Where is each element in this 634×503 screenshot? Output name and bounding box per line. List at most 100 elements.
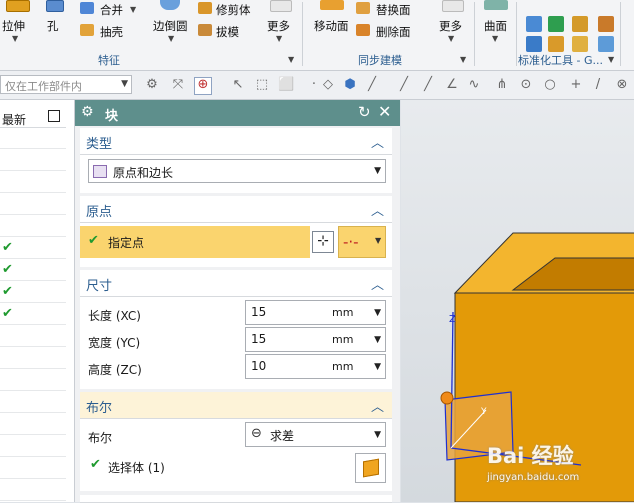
- more-sync-button[interactable]: 更多 ▼: [434, 0, 470, 48]
- dimensions-section-header[interactable]: 尺寸 ︿: [80, 270, 392, 297]
- origin-section-title: 原点: [86, 205, 113, 220]
- line-icon[interactable]: ╱: [364, 77, 380, 93]
- edge-blend-button[interactable]: 边倒圆 ▼: [150, 0, 192, 48]
- group-expand-icon[interactable]: ▼: [460, 55, 466, 64]
- navigator-row[interactable]: ✔: [0, 282, 66, 303]
- boolean-label: 布尔: [88, 431, 113, 445]
- group-expand-icon[interactable]: ▼: [608, 55, 614, 64]
- navigator-row[interactable]: [0, 414, 66, 435]
- navigator-row[interactable]: [0, 436, 66, 457]
- navigator-row[interactable]: [0, 326, 66, 347]
- restore-icon[interactable]: [48, 110, 60, 122]
- standard-tool-icon[interactable]: [526, 36, 542, 52]
- navigator-row[interactable]: [0, 172, 66, 193]
- group-expand-icon[interactable]: ▼: [288, 55, 294, 64]
- snap-filter-icon[interactable]: ⚙: [144, 77, 160, 93]
- ray-icon[interactable]: /: [590, 77, 606, 93]
- line-icon[interactable]: ╱: [420, 77, 436, 93]
- navigator-row[interactable]: [0, 216, 66, 237]
- navigator-row[interactable]: [0, 348, 66, 369]
- navigator-row[interactable]: [0, 370, 66, 391]
- draft-button[interactable]: 拔模: [198, 24, 270, 40]
- extrude-label: 拉伸: [2, 19, 25, 33]
- more-sync-label: 更多: [439, 19, 462, 33]
- boolean-dropdown[interactable]: ⊖ 求差 ▼: [245, 422, 386, 447]
- select-solid-icon[interactable]: ⬢: [342, 77, 358, 93]
- specify-point-row[interactable]: ✔ 指定点: [80, 226, 310, 258]
- subtract-icon: ⊖: [251, 426, 262, 441]
- circle-center-icon[interactable]: ⊙: [518, 77, 534, 93]
- navigator-rows: ✔ ✔ ✔ ✔: [0, 128, 66, 501]
- delete-face-button[interactable]: 删除面: [356, 24, 420, 40]
- graphics-viewport[interactable]: Z Y Bai 经验 jingyan.baidu.com: [401, 100, 634, 502]
- standard-tool-icon[interactable]: [598, 36, 614, 52]
- width-unit: mm: [332, 333, 354, 346]
- select-rectangle-icon[interactable]: ⬜: [278, 77, 294, 93]
- move-face-button[interactable]: 移动面: [310, 0, 354, 48]
- close-icon[interactable]: ✕: [378, 102, 391, 121]
- surface-button[interactable]: 曲面 ▼: [478, 0, 514, 48]
- specify-point-label: 指定点: [108, 236, 145, 250]
- navigator-row[interactable]: [0, 480, 66, 501]
- select-body-button[interactable]: [355, 453, 386, 483]
- delete-face-label: 删除面: [376, 25, 411, 39]
- chevron-down-icon[interactable]: ▼: [374, 308, 381, 318]
- more-icon: [270, 0, 292, 12]
- navigator-row[interactable]: [0, 194, 66, 215]
- height-unit: mm: [332, 360, 354, 373]
- navigator-row[interactable]: [0, 392, 66, 413]
- hole-icon: [46, 0, 64, 12]
- standard-tool-icon[interactable]: [572, 36, 588, 52]
- standard-tool-icon[interactable]: [548, 16, 564, 32]
- more-button[interactable]: 更多 ▼: [262, 0, 298, 48]
- selection-filter-icon[interactable]: ⊕: [194, 77, 212, 95]
- navigator-row[interactable]: ✔: [0, 260, 66, 281]
- selection-scope-dropdown[interactable]: 仅在工作部件内 ▼: [0, 75, 132, 94]
- navigator-row[interactable]: ✔: [0, 238, 66, 259]
- standard-tool-icon[interactable]: [548, 36, 564, 52]
- type-section-header[interactable]: 类型 ︿: [80, 128, 392, 155]
- standard-tool-icon[interactable]: [598, 16, 614, 32]
- gear-icon[interactable]: ⚙: [81, 104, 94, 120]
- shell-button[interactable]: 抽壳: [80, 24, 140, 40]
- cross-icon[interactable]: +: [568, 77, 584, 93]
- extrude-icon: [6, 0, 30, 12]
- chevron-down-icon: ▼: [448, 34, 455, 43]
- height-input[interactable]: 10 mm ▼: [245, 354, 386, 379]
- length-input[interactable]: 15 mm ▼: [245, 300, 386, 325]
- width-input[interactable]: 15 mm ▼: [245, 327, 386, 352]
- trim-body-button[interactable]: 修剪体: [198, 2, 270, 18]
- boolean-section-header[interactable]: 布尔 ︿: [80, 392, 392, 419]
- select-body-icon[interactable]: ◇: [320, 77, 336, 93]
- inferred-point-dropdown[interactable]: -·- ▼: [338, 226, 386, 258]
- origin-section-header[interactable]: 原点 ︿: [80, 196, 392, 223]
- surface-icon: [484, 0, 508, 10]
- quadrant-icon[interactable]: ○: [542, 77, 558, 93]
- navigator-row[interactable]: [0, 150, 66, 171]
- angle-icon[interactable]: ∠: [444, 77, 460, 93]
- check-icon: ✔: [88, 233, 99, 248]
- unite-button[interactable]: 合并 ▼: [80, 2, 140, 18]
- spline-icon[interactable]: ∿: [466, 77, 482, 93]
- hole-button[interactable]: 孔: [40, 0, 68, 48]
- snap-option-icon[interactable]: ⤧: [170, 77, 186, 93]
- replace-face-button[interactable]: 替换面: [356, 2, 420, 18]
- point-dialog-icon[interactable]: ⊹: [312, 231, 334, 253]
- vertex-icon[interactable]: ⋔: [494, 77, 510, 93]
- select-face-icon[interactable]: ⬚: [254, 77, 270, 93]
- chevron-down-icon[interactable]: ▼: [374, 335, 381, 345]
- type-dropdown[interactable]: 原点和边长 ▼: [88, 159, 386, 183]
- chevron-down-icon[interactable]: ▼: [374, 362, 381, 372]
- target-icon[interactable]: ⊗: [614, 77, 630, 93]
- edge-blend-label: 边倒圆: [153, 19, 188, 33]
- extrude-button[interactable]: 拉伸 ▼: [0, 0, 34, 48]
- navigator-row[interactable]: [0, 128, 66, 149]
- navigator-row[interactable]: [0, 458, 66, 479]
- curve-icon[interactable]: ╱: [396, 77, 412, 93]
- reset-icon[interactable]: ↻: [358, 103, 371, 121]
- width-label: 宽度 (YC): [88, 336, 141, 350]
- standard-tool-icon[interactable]: [572, 16, 588, 32]
- select-arrow-icon[interactable]: ↖: [230, 77, 246, 93]
- navigator-row[interactable]: ✔: [0, 304, 66, 325]
- standard-tool-icon[interactable]: [526, 16, 542, 32]
